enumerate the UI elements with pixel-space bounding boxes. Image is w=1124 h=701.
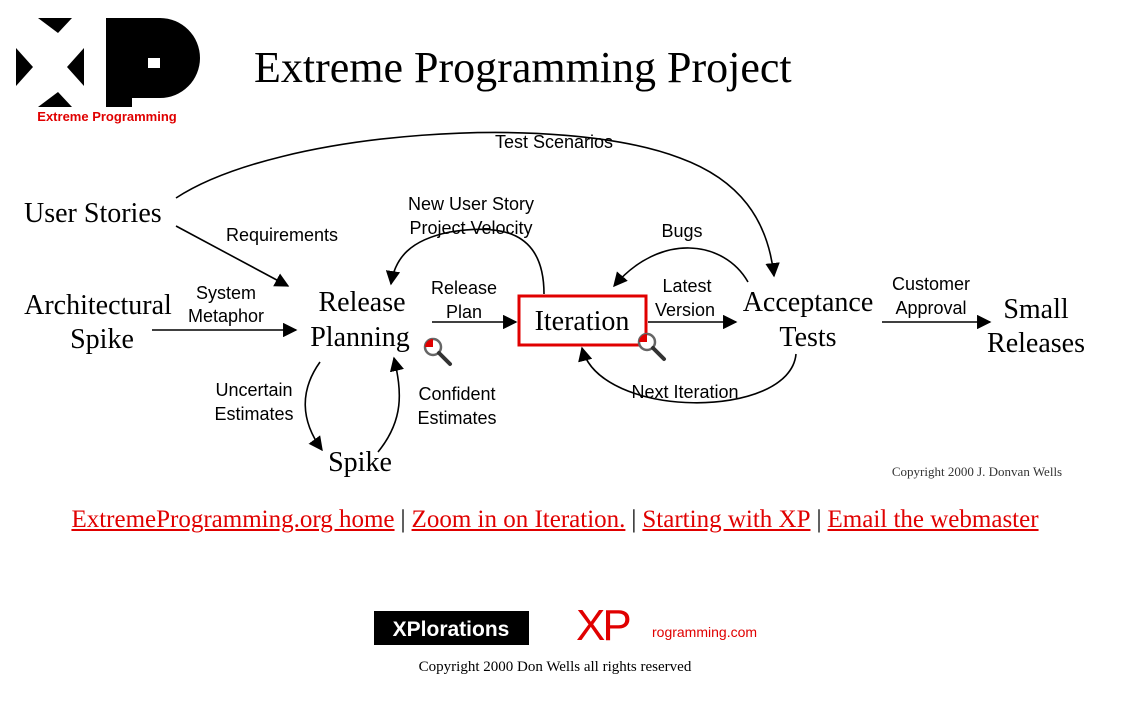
diagram-copyright: Copyright 2000 J. Donvan Wells <box>892 464 1062 479</box>
label-latest-version-line2: Version <box>655 300 715 320</box>
label-next-iteration: Next Iteration <box>631 382 738 402</box>
page-title: Extreme Programming Project <box>254 43 792 92</box>
label-new-user-story-line2: Project Velocity <box>409 218 532 238</box>
nav-separator: | <box>631 506 637 533</box>
label-system-metaphor-line1: System <box>196 283 256 303</box>
label-new-user-story-line1: New User Story <box>408 194 534 214</box>
node-acceptance-tests-line2: Tests <box>779 322 836 353</box>
label-release-plan-line2: Plan <box>446 302 482 322</box>
node-release-planning-line1: Release <box>318 287 405 318</box>
label-release-plan-line1: Release <box>431 278 497 298</box>
nav-separator: | <box>816 506 822 533</box>
xprogramming-logo-text: rogramming.com <box>652 624 757 640</box>
link-home[interactable]: ExtremeProgramming.org home <box>71 506 394 533</box>
node-release-planning-line2: Planning <box>310 322 410 353</box>
node-small-releases-line2: Releases <box>987 328 1085 359</box>
node-iteration[interactable]: Iteration <box>535 306 630 337</box>
link-email-webmaster[interactable]: Email the webmaster <box>828 506 1039 533</box>
logo-text: Extreme Programming <box>37 109 176 124</box>
footer-copyright: Copyright 2000 Don Wells all rights rese… <box>418 659 692 675</box>
xp-project-diagram: Extreme Programming Extreme Programming … <box>16 18 1085 650</box>
node-architectural-spike-line1: Architectural <box>24 290 172 321</box>
arrow-uncertain-estimates <box>304 361 323 452</box>
label-confident-estimates-line1: Confident <box>418 384 495 404</box>
label-bugs: Bugs <box>661 221 702 241</box>
label-confident-estimates-line2: Estimates <box>417 408 496 428</box>
label-customer-approval-line2: Approval <box>895 298 966 318</box>
node-small-releases-line1: Small <box>1003 294 1069 325</box>
node-acceptance-tests-line1: Acceptance <box>743 287 874 318</box>
link-zoom-iteration[interactable]: Zoom in on Iteration. <box>412 506 626 533</box>
label-uncertain-estimates-line2: Estimates <box>214 404 293 424</box>
xplorations-logo[interactable]: XPlorations <box>374 611 529 645</box>
nav-separator: | <box>400 506 406 533</box>
node-spike: Spike <box>328 447 392 478</box>
node-architectural-spike-line2: Spike <box>70 324 134 355</box>
label-system-metaphor-line2: Metaphor <box>188 306 264 326</box>
xplorations-logo-text: XPlorations <box>393 618 510 641</box>
link-starting-with-xp[interactable]: Starting with XP <box>642 506 810 533</box>
label-requirements: Requirements <box>226 225 338 245</box>
zoom-magnifier-icon[interactable] <box>423 337 452 366</box>
arrow-confident-estimates <box>377 356 404 453</box>
label-uncertain-estimates-line1: Uncertain <box>215 380 292 400</box>
xprogramming-logo[interactable]: XP rogramming.com <box>576 601 757 650</box>
label-test-scenarios: Test Scenarios <box>495 132 613 152</box>
label-latest-version-line1: Latest <box>662 276 711 296</box>
xp-logo[interactable]: Extreme Programming <box>16 18 200 124</box>
xprogramming-logo-xp: XP <box>576 601 630 650</box>
node-user-stories: User Stories <box>24 198 162 229</box>
label-customer-approval-line1: Customer <box>892 274 970 294</box>
zoom-magnifier-icon[interactable] <box>637 332 666 361</box>
nav-links: ExtremeProgramming.org home | Zoom in on I… <box>0 506 1110 534</box>
